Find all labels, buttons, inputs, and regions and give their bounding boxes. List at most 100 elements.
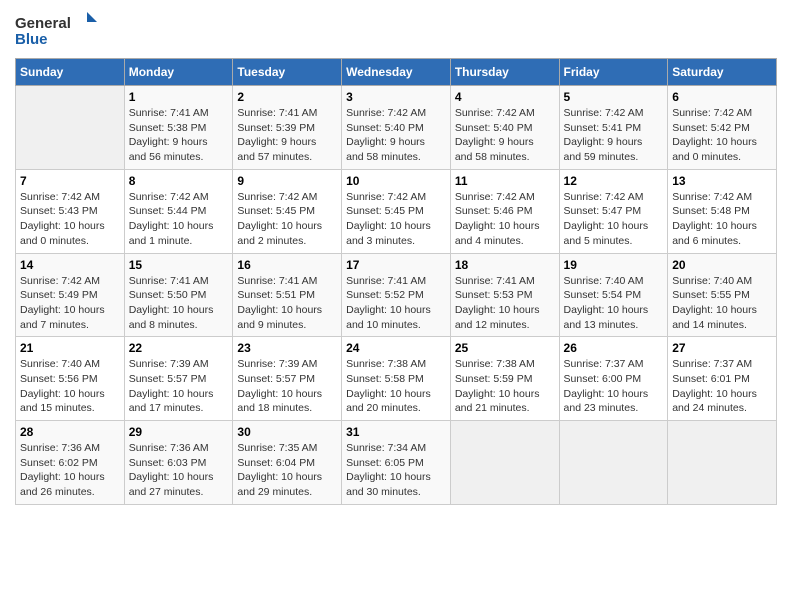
day-number: 9: [237, 174, 337, 188]
col-header-saturday: Saturday: [668, 59, 777, 86]
day-number: 7: [20, 174, 120, 188]
col-header-friday: Friday: [559, 59, 668, 86]
col-header-thursday: Thursday: [450, 59, 559, 86]
calendar-cell: 11 Sunrise: 7:42 AMSunset: 5:46 PMDayligh…: [450, 169, 559, 253]
calendar-cell: 7Sunrise: 7:42 AMSunset: 5:43 PMDaylight…: [16, 169, 125, 253]
calendar-cell: 14 Sunrise: 7:42 AMSunset: 5:49 PMDayligh…: [16, 253, 125, 337]
day-info: Sunrise: 7:41 AMSunset: 5:50 PMDaylight:…: [129, 274, 229, 333]
day-info: Sunrise: 7:42 AMSunset: 5:46 PMDaylight:…: [455, 190, 555, 249]
calendar-cell: 12 Sunrise: 7:42 AMSunset: 5:47 PMDayligh…: [559, 169, 668, 253]
calendar-cell: 13 Sunrise: 7:42 AMSunset: 5:48 PMDayligh…: [668, 169, 777, 253]
day-info: Sunrise: 7:42 AMSunset: 5:45 PMDaylight:…: [346, 190, 446, 249]
calendar-cell: [559, 421, 668, 505]
col-header-sunday: Sunday: [16, 59, 125, 86]
day-number: 8: [129, 174, 229, 188]
day-number: 15: [129, 258, 229, 272]
calendar-cell: 17 Sunrise: 7:41 AMSunset: 5:52 PMDayligh…: [342, 253, 451, 337]
day-info: Sunrise: 7:42 AMSunset: 5:45 PMDaylight:…: [237, 190, 337, 249]
day-info: Sunrise: 7:39 AMSunset: 5:57 PMDaylight:…: [129, 357, 229, 416]
calendar-cell: 29 Sunrise: 7:36 AMSunset: 6:03 PMDayligh…: [124, 421, 233, 505]
calendar-cell: 6 Sunrise: 7:42 AMSunset: 5:42 PMDaylight…: [668, 86, 777, 170]
day-number: 12: [564, 174, 664, 188]
col-header-tuesday: Tuesday: [233, 59, 342, 86]
day-info: Sunrise: 7:41 AMSunset: 5:38 PMDaylight:…: [129, 106, 229, 165]
day-info: Sunrise: 7:37 AMSunset: 6:01 PMDaylight:…: [672, 357, 772, 416]
day-info: Sunrise: 7:41 AMSunset: 5:39 PMDaylight:…: [237, 106, 337, 165]
day-info: Sunrise: 7:42 AMSunset: 5:40 PMDaylight:…: [346, 106, 446, 165]
day-info: Sunrise: 7:39 AMSunset: 5:57 PMDaylight:…: [237, 357, 337, 416]
day-number: 26: [564, 341, 664, 355]
calendar-cell: 22 Sunrise: 7:39 AMSunset: 5:57 PMDayligh…: [124, 337, 233, 421]
week-row-1: 1 Sunrise: 7:41 AMSunset: 5:38 PMDaylight…: [16, 86, 777, 170]
calendar-cell: [16, 86, 125, 170]
calendar-cell: 30 Sunrise: 7:35 AMSunset: 6:04 PMDayligh…: [233, 421, 342, 505]
week-row-4: 21 Sunrise: 7:40 AMSunset: 5:56 PMDayligh…: [16, 337, 777, 421]
day-number: 22: [129, 341, 229, 355]
calendar-cell: 8Sunrise: 7:42 AMSunset: 5:44 PMDaylight…: [124, 169, 233, 253]
calendar-cell: 28 Sunrise: 7:36 AMSunset: 6:02 PMDayligh…: [16, 421, 125, 505]
week-row-5: 28 Sunrise: 7:36 AMSunset: 6:02 PMDayligh…: [16, 421, 777, 505]
day-info: Sunrise: 7:40 AMSunset: 5:56 PMDaylight:…: [20, 357, 120, 416]
day-info: Sunrise: 7:41 AMSunset: 5:53 PMDaylight:…: [455, 274, 555, 333]
day-number: 5: [564, 90, 664, 104]
day-number: 20: [672, 258, 772, 272]
day-info: Sunrise: 7:41 AMSunset: 5:52 PMDaylight:…: [346, 274, 446, 333]
calendar-cell: 5Sunrise: 7:42 AMSunset: 5:41 PMDaylight…: [559, 86, 668, 170]
day-info: Sunrise: 7:37 AMSunset: 6:00 PMDaylight:…: [564, 357, 664, 416]
calendar-cell: [668, 421, 777, 505]
day-number: 6: [672, 90, 772, 104]
day-number: 30: [237, 425, 337, 439]
day-info: Sunrise: 7:36 AMSunset: 6:02 PMDaylight:…: [20, 441, 120, 500]
day-info: Sunrise: 7:36 AMSunset: 6:03 PMDaylight:…: [129, 441, 229, 500]
calendar-cell: 19 Sunrise: 7:40 AMSunset: 5:54 PMDayligh…: [559, 253, 668, 337]
calendar-cell: 16Sunrise: 7:41 AMSunset: 5:51 PMDayligh…: [233, 253, 342, 337]
calendar-cell: 15 Sunrise: 7:41 AMSunset: 5:50 PMDayligh…: [124, 253, 233, 337]
day-number: 18: [455, 258, 555, 272]
calendar-cell: 24Sunrise: 7:38 AMSunset: 5:58 PMDayligh…: [342, 337, 451, 421]
day-number: 29: [129, 425, 229, 439]
calendar-cell: 3 Sunrise: 7:42 AMSunset: 5:40 PMDaylight…: [342, 86, 451, 170]
day-number: 4: [455, 90, 555, 104]
day-info: Sunrise: 7:42 AMSunset: 5:42 PMDaylight:…: [672, 106, 772, 165]
day-number: 11: [455, 174, 555, 188]
day-number: 1: [129, 90, 229, 104]
day-number: 19: [564, 258, 664, 272]
day-info: Sunrise: 7:34 AMSunset: 6:05 PMDaylight:…: [346, 441, 446, 500]
calendar-table: SundayMondayTuesdayWednesdayThursdayFrid…: [15, 58, 777, 505]
day-info: Sunrise: 7:42 AMSunset: 5:40 PMDaylight:…: [455, 106, 555, 165]
logo-icon: General Blue: [15, 10, 105, 50]
calendar-cell: 9 Sunrise: 7:42 AMSunset: 5:45 PMDaylight…: [233, 169, 342, 253]
day-number: 27: [672, 341, 772, 355]
header-row: SundayMondayTuesdayWednesdayThursdayFrid…: [16, 59, 777, 86]
calendar-cell: 25Sunrise: 7:38 AMSunset: 5:59 PMDayligh…: [450, 337, 559, 421]
day-info: Sunrise: 7:42 AMSunset: 5:48 PMDaylight:…: [672, 190, 772, 249]
calendar-cell: 20Sunrise: 7:40 AMSunset: 5:55 PMDayligh…: [668, 253, 777, 337]
week-row-2: 7Sunrise: 7:42 AMSunset: 5:43 PMDaylight…: [16, 169, 777, 253]
svg-text:Blue: Blue: [15, 31, 48, 48]
day-number: 24: [346, 341, 446, 355]
calendar-cell: 2 Sunrise: 7:41 AMSunset: 5:39 PMDaylight…: [233, 86, 342, 170]
day-info: Sunrise: 7:35 AMSunset: 6:04 PMDaylight:…: [237, 441, 337, 500]
calendar-cell: 27 Sunrise: 7:37 AMSunset: 6:01 PMDayligh…: [668, 337, 777, 421]
calendar-cell: [450, 421, 559, 505]
day-number: 14: [20, 258, 120, 272]
col-header-wednesday: Wednesday: [342, 59, 451, 86]
calendar-cell: 1 Sunrise: 7:41 AMSunset: 5:38 PMDaylight…: [124, 86, 233, 170]
day-number: 13: [672, 174, 772, 188]
calendar-cell: 10 Sunrise: 7:42 AMSunset: 5:45 PMDayligh…: [342, 169, 451, 253]
day-info: Sunrise: 7:42 AMSunset: 5:47 PMDaylight:…: [564, 190, 664, 249]
calendar-cell: 31Sunrise: 7:34 AMSunset: 6:05 PMDayligh…: [342, 421, 451, 505]
calendar-cell: 4 Sunrise: 7:42 AMSunset: 5:40 PMDaylight…: [450, 86, 559, 170]
week-row-3: 14 Sunrise: 7:42 AMSunset: 5:49 PMDayligh…: [16, 253, 777, 337]
logo: General Blue: [15, 10, 105, 50]
day-number: 21: [20, 341, 120, 355]
day-number: 3: [346, 90, 446, 104]
col-header-monday: Monday: [124, 59, 233, 86]
day-number: 10: [346, 174, 446, 188]
day-info: Sunrise: 7:40 AMSunset: 5:54 PMDaylight:…: [564, 274, 664, 333]
day-number: 2: [237, 90, 337, 104]
day-number: 17: [346, 258, 446, 272]
calendar-cell: 23Sunrise: 7:39 AMSunset: 5:57 PMDayligh…: [233, 337, 342, 421]
day-info: Sunrise: 7:42 AMSunset: 5:49 PMDaylight:…: [20, 274, 120, 333]
day-number: 28: [20, 425, 120, 439]
